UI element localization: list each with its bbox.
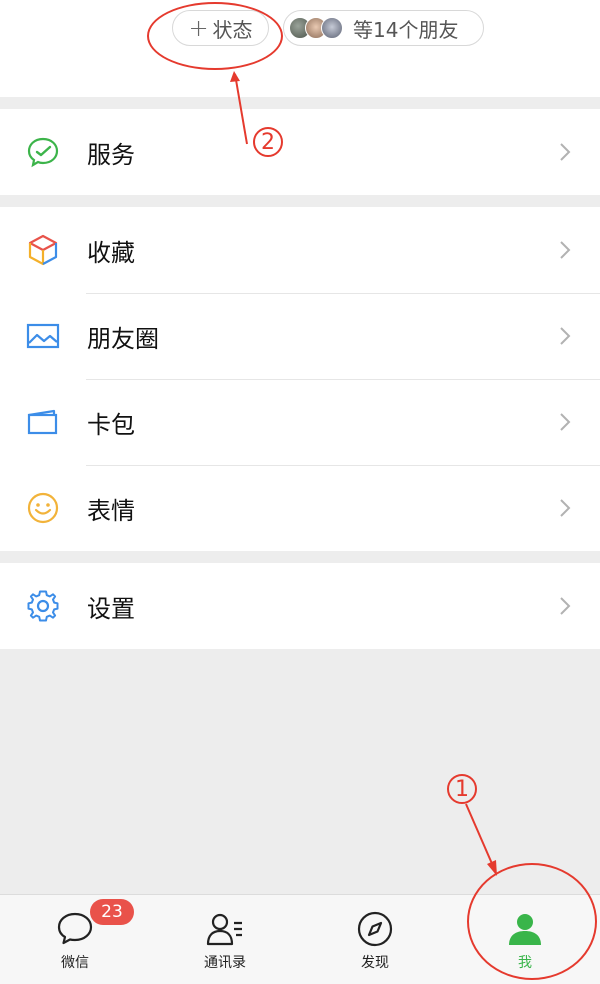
menu-label-settings: 设置 <box>87 594 135 623</box>
chevron-right-icon <box>560 413 571 431</box>
annotation-arrow-me <box>465 803 497 876</box>
menu-label-favorites: 收藏 <box>87 238 135 267</box>
tab-contacts[interactable]: 通讯录 <box>150 895 300 984</box>
chat-bubble-icon <box>55 909 95 949</box>
chevron-right-icon <box>560 143 571 161</box>
menu-item-cards[interactable]: 卡包 <box>0 379 600 465</box>
annotation-circle-status <box>147 2 283 70</box>
chevron-right-icon <box>560 327 571 345</box>
menu-item-stickers[interactable]: 表情 <box>0 465 600 551</box>
contacts-icon <box>205 909 245 949</box>
gear-icon <box>26 589 60 623</box>
unread-badge: 23 <box>90 899 134 925</box>
smiley-icon <box>26 491 60 525</box>
friends-count-text: 等14个朋友 <box>353 17 459 42</box>
chevron-right-icon <box>560 597 571 615</box>
tab-label-contacts: 通讯录 <box>204 955 246 971</box>
friend-avatars <box>289 17 347 39</box>
features-group: 收藏 朋友圈 卡包 表情 <box>0 207 600 551</box>
friends-status-button[interactable]: 等14个朋友 <box>283 10 484 46</box>
menu-item-moments[interactable]: 朋友圈 <box>0 293 600 379</box>
annotation-number-2: 2 <box>253 127 283 157</box>
wallet-card-icon <box>26 405 60 439</box>
annotation-arrow-status <box>230 71 248 145</box>
menu-label-stickers: 表情 <box>87 496 135 525</box>
favorites-cube-icon <box>26 233 60 267</box>
settings-group: 设置 <box>0 563 600 649</box>
tab-label-chats: 微信 <box>61 955 89 971</box>
menu-item-settings[interactable]: 设置 <box>0 563 600 649</box>
menu-label-moments: 朋友圈 <box>87 324 159 353</box>
avatar <box>321 17 343 39</box>
menu-label-cards: 卡包 <box>87 410 135 439</box>
annotation-circle-me <box>467 863 597 980</box>
menu-item-favorites[interactable]: 收藏 <box>0 207 600 293</box>
compass-icon <box>355 909 395 949</box>
moments-photo-icon <box>26 319 60 353</box>
status-header: + 状态 等14个朋友 <box>0 0 600 97</box>
tab-discover[interactable]: 发现 <box>300 895 450 984</box>
tab-chats[interactable]: 微信 23 <box>0 895 150 984</box>
chevron-right-icon <box>560 499 571 517</box>
chevron-right-icon <box>560 241 571 259</box>
menu-item-service[interactable]: 服务 <box>0 109 600 195</box>
tab-label-discover: 发现 <box>361 955 389 971</box>
menu-label-service: 服务 <box>87 140 135 169</box>
service-icon <box>26 135 60 169</box>
services-group: 服务 <box>0 109 600 195</box>
